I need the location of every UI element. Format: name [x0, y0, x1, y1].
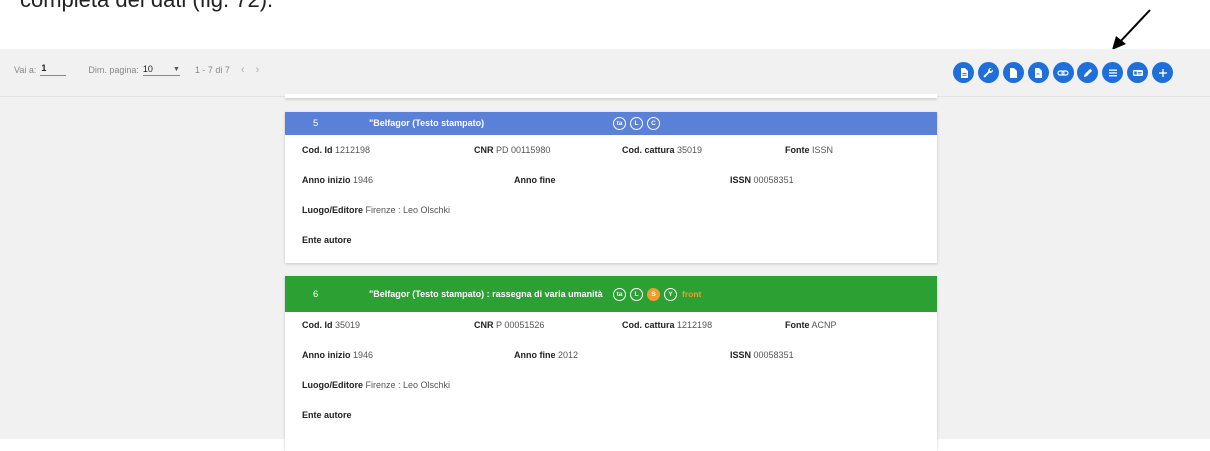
badge-s-icon[interactable]: S	[647, 287, 660, 301]
file-text-icon	[1035, 67, 1043, 78]
record-badges: ta L S Y front	[613, 287, 702, 301]
badge-y-icon[interactable]: Y	[664, 287, 677, 301]
field-cod-cattura: Cod. cattura 35019	[622, 145, 703, 155]
page-size-value: 10	[142, 64, 153, 74]
field-cnr: CNR PD 00115980	[474, 145, 551, 155]
record-card[interactable]: 6 "Belfagor (Testo stampato) : rassegna …	[285, 276, 937, 451]
field-luogo-editore: Luogo/Editore Firenze : Leo Olschki	[302, 380, 451, 390]
field-issn: ISSN 00058351	[730, 175, 794, 185]
field-fonte: Fonte ISSN	[785, 145, 834, 155]
record-title: "Belfagor (Testo stampato)	[369, 118, 485, 128]
page-range: 1 - 7 di 7	[194, 64, 230, 75]
page-size-select[interactable]: 10 ▼	[142, 63, 180, 76]
document-button[interactable]	[953, 62, 974, 83]
chevron-right-icon[interactable]: ›	[256, 64, 260, 76]
record-header: 6 "Belfagor (Testo stampato) : rassegna …	[285, 276, 937, 312]
link-button[interactable]	[1052, 62, 1074, 83]
goto-page-input[interactable]: 1	[40, 63, 67, 76]
field-anno-inizio: Anno inizio 1946	[302, 175, 374, 185]
wrench-button[interactable]	[977, 62, 999, 83]
field-anno-fine: Anno fine	[514, 175, 556, 185]
record-row: Anno inizio 1946 Anno fine ISSN 00058351	[285, 167, 937, 197]
front-label: front	[682, 289, 702, 299]
field-issn: ISSN 00058351	[730, 350, 794, 360]
link-icon	[1057, 69, 1069, 76]
field-fonte: Fonte ACNP	[785, 320, 837, 330]
record-row: Luogo/Editore Firenze : Leo Olschki	[285, 372, 937, 402]
file-button[interactable]	[1002, 62, 1024, 83]
record-badges: ta L C	[613, 117, 664, 130]
record-row: Anno inizio 1946 Anno fine 2012 ISSN 000…	[285, 342, 937, 372]
file-icon	[1010, 67, 1018, 78]
previous-card-edge	[285, 94, 937, 98]
card-button[interactable]	[1127, 62, 1149, 83]
record-row: Luogo/Editore Firenze : Leo Olschki	[285, 197, 937, 227]
file-text-button[interactable]	[1027, 62, 1049, 83]
field-cod-id: Cod. Id 35019	[302, 320, 361, 330]
wrench-icon	[983, 67, 994, 78]
toolbar: Vai a: 1 Dim. pagina: 10 ▼ 1 - 7 di 7 ‹ …	[0, 49, 1210, 97]
badge-ta-icon[interactable]: ta	[613, 287, 626, 301]
record-number: 5	[313, 118, 319, 129]
record-card[interactable]: 5 "Belfagor (Testo stampato) ta L C Cod.…	[285, 112, 937, 263]
badge-ta-icon[interactable]: ta	[613, 117, 626, 130]
record-header: 5 "Belfagor (Testo stampato) ta L C	[285, 112, 937, 135]
page-size: Dim. pagina: 10 ▼	[88, 63, 180, 76]
field-cod-id: Cod. Id 1212198	[302, 145, 371, 155]
card-icon	[1132, 69, 1143, 76]
caption-text: completa dei dati (fig. 72).	[20, 0, 273, 13]
caret-down-icon: ▼	[172, 65, 180, 73]
pencil-icon	[1083, 68, 1093, 77]
badge-l-icon[interactable]: L	[630, 117, 643, 130]
record-row: Ente autore	[285, 402, 937, 432]
chevron-left-icon[interactable]: ‹	[241, 64, 245, 76]
add-button[interactable]	[1152, 62, 1174, 83]
field-ente-autore: Ente autore	[302, 235, 352, 245]
list-button[interactable]	[1102, 62, 1124, 83]
edit-button[interactable]	[1077, 62, 1099, 83]
record-title: "Belfagor (Testo stampato) : rassegna di…	[369, 288, 603, 299]
goto-label: Vai a:	[14, 64, 37, 75]
record-row: Cod. Id 1212198 CNR PD 00115980 Cod. cat…	[285, 137, 937, 167]
field-anno-fine: Anno fine 2012	[514, 350, 579, 360]
field-cod-cattura: Cod. cattura 1212198	[622, 320, 713, 330]
app-window: Vai a: 1 Dim. pagina: 10 ▼ 1 - 7 di 7 ‹ …	[0, 49, 1210, 451]
document-icon	[960, 67, 968, 78]
badge-c-icon[interactable]: C	[647, 117, 660, 130]
page-size-label: Dim. pagina:	[88, 64, 139, 75]
field-cnr: CNR P 00051526	[474, 320, 545, 330]
pointer-arrow-icon	[1112, 9, 1151, 50]
field-ente-autore: Ente autore	[302, 410, 352, 420]
pagination: Vai a: 1 Dim. pagina: 10 ▼ 1 - 7 di 7 ‹ …	[14, 63, 259, 76]
plus-icon	[1158, 68, 1167, 77]
badge-l-icon[interactable]: L	[630, 287, 643, 301]
action-buttons	[953, 62, 1177, 83]
record-row: Cod. Id 35019 CNR P 00051526 Cod. cattur…	[285, 312, 937, 342]
record-number: 6	[313, 288, 319, 300]
field-luogo-editore: Luogo/Editore Firenze : Leo Olschki	[302, 205, 451, 215]
record-row: Ente autore	[285, 227, 937, 257]
list-icon	[1108, 69, 1117, 76]
field-anno-inizio: Anno inizio 1946	[302, 350, 374, 360]
